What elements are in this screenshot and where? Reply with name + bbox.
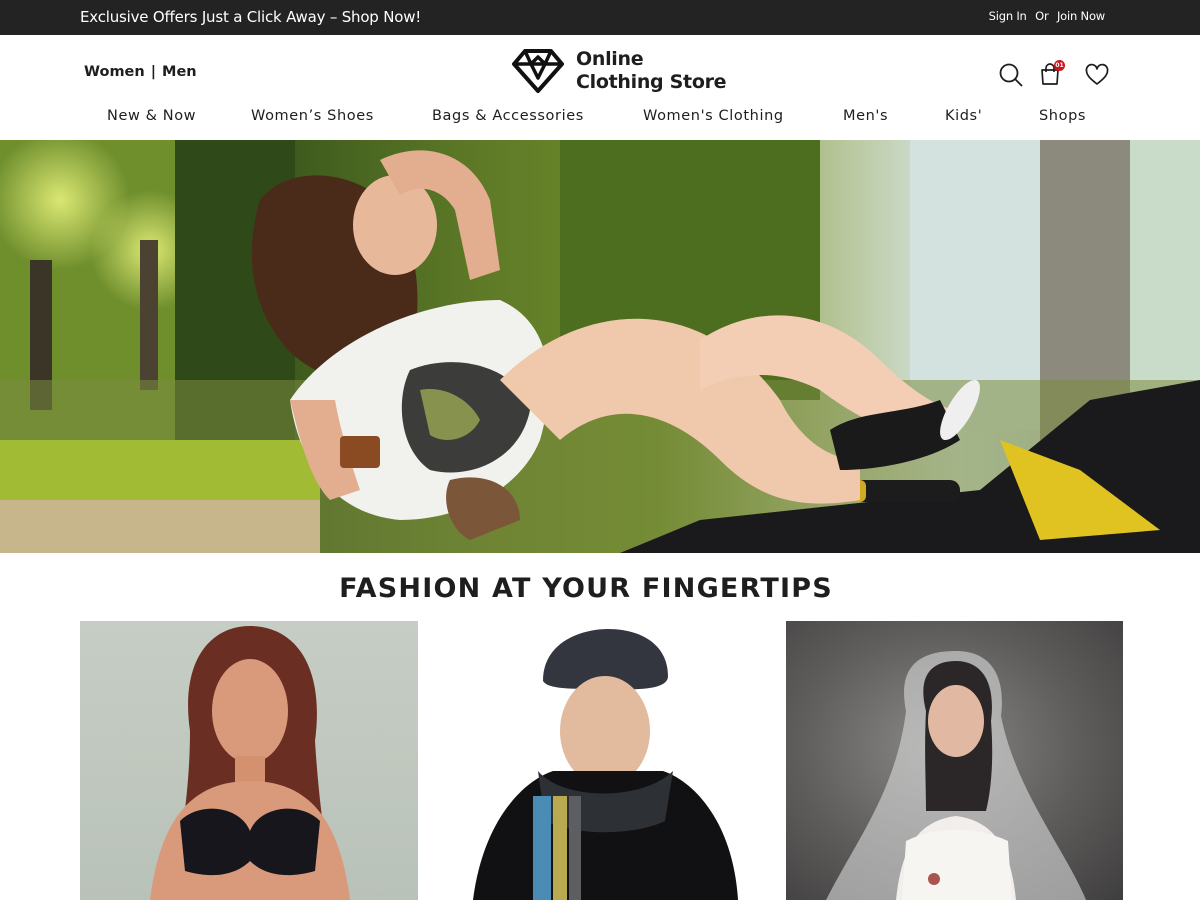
cart-button[interactable]: 01 — [1038, 60, 1065, 88]
join-now-link[interactable]: Join Now — [1057, 9, 1105, 23]
women-photo — [150, 626, 350, 900]
nav-kids[interactable]: Kids' — [945, 108, 982, 124]
wishlist-button[interactable] — [1084, 62, 1110, 88]
cart-count-badge: 01 — [1054, 60, 1065, 71]
women-link[interactable]: Women — [84, 64, 145, 80]
brand-line-2: Clothing Store — [576, 71, 727, 93]
promo-bar: Exclusive Offers Just a Click Away – Sho… — [0, 0, 1200, 35]
nav-new-and-now[interactable]: New & Now — [107, 108, 196, 124]
gender-switch: Women | Men — [84, 64, 197, 80]
nav-shops[interactable]: Shops — [1039, 108, 1086, 124]
section-title: FASHION AT YOUR FINGERTIPS — [339, 573, 833, 604]
men-photo — [473, 629, 738, 900]
nav-womens-shoes[interactable]: Women’s Shoes — [251, 108, 374, 124]
header-actions: 01 — [998, 60, 1110, 88]
nav-bags-accessories[interactable]: Bags & Accessories — [432, 108, 584, 124]
account-links: Sign In Or Join Now — [989, 9, 1106, 23]
gender-separator: | — [150, 64, 157, 80]
brand-logo[interactable]: Online Clothing Store — [512, 48, 727, 94]
brand-name: Online Clothing Store — [576, 48, 727, 94]
category-card-women[interactable] — [80, 621, 418, 900]
nav-womens-clothing[interactable]: Women's Clothing — [643, 108, 784, 124]
search-button[interactable] — [998, 62, 1024, 88]
main-nav: New & Now Women’s Shoes Bags & Accessori… — [0, 108, 1200, 132]
hero-banner[interactable] — [0, 140, 1200, 553]
category-card-men[interactable] — [433, 621, 771, 900]
promo-link[interactable]: Exclusive Offers Just a Click Away – Sho… — [80, 8, 421, 26]
sign-in-link[interactable]: Sign In — [989, 9, 1027, 23]
search-icon — [999, 63, 1023, 87]
nav-mens[interactable]: Men's — [843, 108, 888, 124]
bridal-photo — [826, 651, 1086, 900]
brand-line-1: Online — [576, 48, 644, 70]
category-card-bridal[interactable] — [786, 621, 1123, 900]
men-link[interactable]: Men — [162, 64, 197, 80]
hero-image — [0, 140, 1200, 553]
or-text: Or — [1035, 9, 1049, 23]
heart-icon — [1085, 63, 1109, 85]
diamond-icon — [512, 49, 564, 93]
